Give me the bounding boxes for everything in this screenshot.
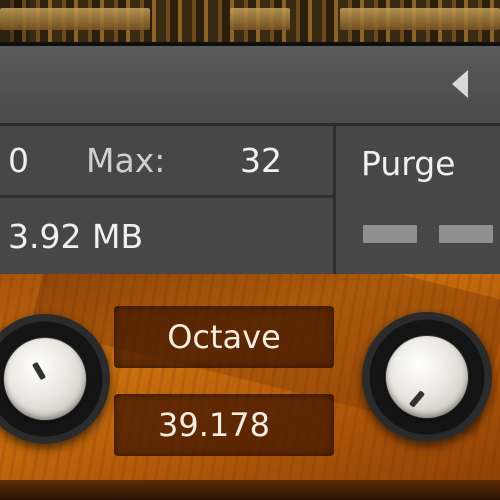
instrument-panel: Octave 39.178: [0, 274, 500, 500]
voices-count: 0: [8, 141, 29, 180]
header-ornament: [230, 8, 290, 30]
max-voices-label: Max:: [86, 141, 166, 180]
purge-indicator: [363, 225, 417, 243]
right-knob[interactable]: [362, 312, 492, 442]
collapse-arrow-icon[interactable]: [452, 70, 468, 98]
purge-button[interactable]: Purge: [361, 144, 455, 183]
voices-row: 0 Max: 32: [0, 126, 336, 198]
memory-usage-value: 3.92 MB: [8, 216, 144, 256]
parameter-name-display: Octave: [114, 306, 334, 368]
memory-row: 3.92 MB: [0, 200, 336, 272]
panel-bottom-edge: [0, 480, 500, 500]
memory-info-panel: 0 Max: 32 3.92 MB Purge: [0, 126, 500, 274]
knob-cap: [4, 338, 86, 420]
knob-cap: [386, 336, 468, 418]
parameter-value-display[interactable]: 39.178: [114, 394, 334, 456]
purge-section: Purge: [339, 126, 500, 274]
instrument-header-bar: [0, 46, 500, 126]
purge-indicator: [439, 225, 493, 243]
header-ornament: [340, 8, 500, 30]
max-voices-value[interactable]: 32: [240, 141, 282, 180]
voice-memory-section: 0 Max: 32 3.92 MB: [0, 126, 336, 274]
header-ornament: [0, 8, 150, 30]
decorative-header-strip: [0, 0, 500, 46]
